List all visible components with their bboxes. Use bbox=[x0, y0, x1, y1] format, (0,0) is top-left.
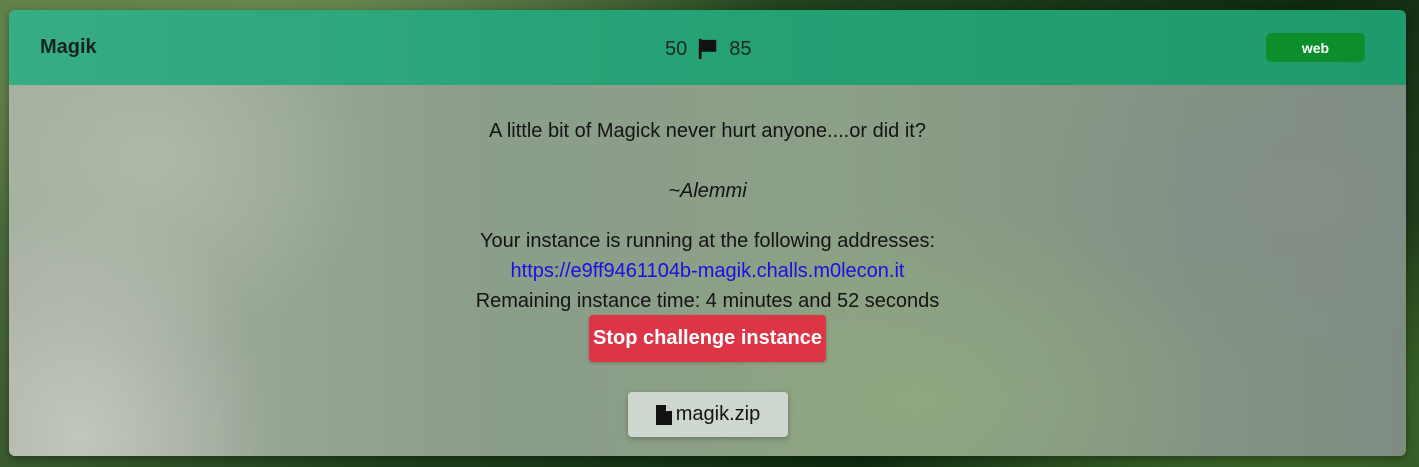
file-icon bbox=[655, 404, 672, 425]
instance-status-text: Your instance is running at the followin… bbox=[479, 230, 936, 252]
challenge-header[interactable]: Magik 50 85 web bbox=[9, 10, 1406, 85]
challenge-description: A little bit of Magick never hurt anyone… bbox=[489, 120, 926, 142]
stop-instance-label: Stop challenge instance bbox=[593, 327, 822, 349]
attachment-filename: magik.zip bbox=[675, 403, 761, 425]
points-value: 50 bbox=[665, 37, 688, 60]
attachment-download-button[interactable]: magik.zip bbox=[628, 392, 788, 437]
challenge-body: A little bit of Magick never hurt anyone… bbox=[9, 85, 1406, 456]
instance-url-link[interactable]: https://e9ff9461104b-magik.challs.m0leco… bbox=[9, 260, 1406, 283]
solves-count: 85 bbox=[729, 37, 752, 60]
challenge-score: 50 85 bbox=[665, 37, 752, 61]
challenge-card: Magik 50 85 web A little bit of Magick n… bbox=[9, 10, 1406, 456]
stop-instance-button[interactable]: Stop challenge instance bbox=[589, 315, 826, 362]
category-badge: web bbox=[1266, 33, 1365, 62]
instance-remaining-time: Remaining instance time: 4 minutes and 5… bbox=[475, 290, 940, 312]
challenge-title: Magik bbox=[40, 36, 97, 58]
flag-icon bbox=[699, 38, 717, 60]
challenge-author: ~Alemmi bbox=[668, 180, 747, 202]
